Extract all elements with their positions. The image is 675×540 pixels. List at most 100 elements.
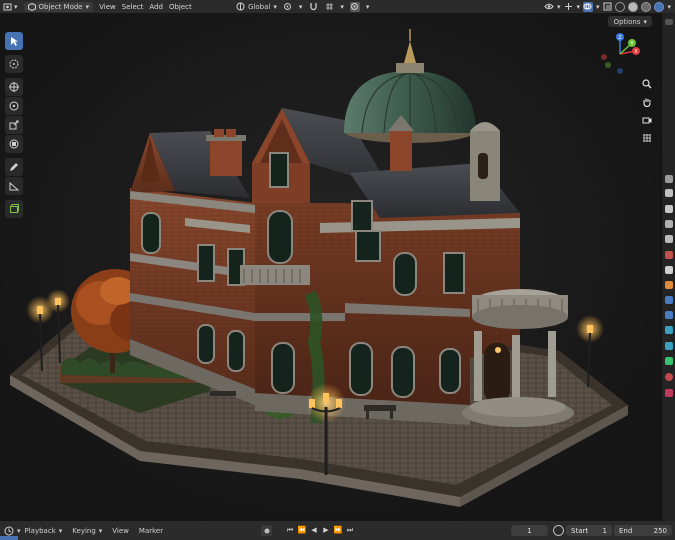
jump-end-icon: ⏭ (346, 525, 354, 534)
measure-tool[interactable] (5, 177, 23, 195)
3d-cursor-icon (9, 59, 19, 69)
chevron-down-icon: ▾ (14, 2, 18, 11)
status-accent (0, 536, 18, 540)
3d-viewport-icon (3, 3, 12, 11)
timeline-header: ▾ Playback ▾ Keying ▾ View Marker ⏮ ⏪ ◀ … (0, 521, 675, 540)
auto-keying-button[interactable] (261, 525, 272, 536)
scene-properties-icon[interactable] (665, 235, 673, 243)
options-label: Options (613, 17, 641, 26)
playback-controls: ⏮ ⏪ ◀ ▶ ⏩ ⏭ (285, 525, 355, 535)
3d-viewport[interactable]: Options ▾ Z Y X (0, 13, 661, 521)
material-preview-button[interactable] (641, 1, 652, 12)
render-properties-icon[interactable] (665, 189, 673, 197)
overlays-icon (583, 3, 592, 10)
rendered-scene (0, 13, 661, 521)
play-button[interactable]: ▶ (321, 525, 331, 535)
transform-controls: Global ▾ ▾ ▾ ▾ (236, 0, 369, 13)
scale-tool[interactable] (5, 116, 23, 134)
snap-target-button[interactable] (324, 2, 334, 12)
jump-keyframe-back-button[interactable]: ⏪ (297, 525, 307, 535)
rotate-tool[interactable] (5, 97, 23, 115)
chevron-down-icon: ▾ (85, 2, 90, 11)
chevron-down-icon: ▾ (98, 526, 103, 535)
properties-tab-strip (661, 13, 675, 521)
keyframe-forward-icon: ⏩ (333, 526, 343, 534)
mode-dropdown[interactable]: Object Mode ▾ (23, 1, 94, 12)
object-properties-icon[interactable] (665, 281, 673, 289)
jump-start-button[interactable]: ⏮ (285, 525, 295, 535)
magnet-icon (310, 3, 317, 11)
end-frame-field[interactable]: End 250 (614, 525, 672, 536)
scroll-handle[interactable] (665, 19, 673, 25)
particles-properties-icon[interactable] (665, 311, 673, 319)
use-preview-range-icon[interactable] (553, 525, 564, 536)
start-frame-field[interactable]: Start 1 (566, 525, 612, 536)
gizmo-toggle-button[interactable] (563, 2, 573, 12)
menu-add[interactable]: Add (149, 3, 163, 11)
camera-view-button[interactable] (640, 113, 654, 127)
current-frame-value: 1 (527, 526, 532, 535)
solid-shading-button[interactable] (628, 1, 639, 12)
world-properties-icon[interactable] (665, 251, 673, 259)
current-frame-field[interactable]: 1 (511, 525, 548, 536)
ruler-icon (9, 181, 20, 191)
pencil-icon (10, 163, 18, 171)
timeline-marker-menu[interactable]: Marker (139, 527, 163, 535)
playback-menu[interactable]: Playback ▾ (25, 527, 63, 535)
keyframe-back-icon: ⏪ (297, 526, 307, 534)
annotate-tool[interactable] (5, 158, 23, 176)
material-properties-icon[interactable] (665, 373, 673, 381)
hand-icon (643, 98, 651, 107)
menu-object[interactable]: Object (169, 3, 192, 11)
navigation-buttons (640, 77, 654, 145)
menu-view[interactable]: View (99, 3, 116, 11)
chevron-down-icon: ▾ (340, 2, 344, 11)
perspective-toggle-button[interactable] (640, 131, 654, 145)
texture-properties-icon[interactable] (665, 389, 673, 397)
constraints-properties-icon[interactable] (665, 342, 673, 350)
cursor-select-icon (11, 37, 18, 46)
wireframe-shading-button[interactable] (615, 1, 626, 12)
rendered-shading-button[interactable] (654, 1, 665, 12)
proportional-editing-button[interactable] (349, 1, 360, 12)
xray-icon (603, 2, 612, 11)
collection-properties-icon[interactable] (665, 266, 673, 274)
keying-menu[interactable]: Keying ▾ (72, 527, 102, 535)
editor-type-button[interactable]: ▾ (3, 2, 18, 11)
cursor-tool[interactable] (5, 55, 23, 73)
view-layer-properties-icon[interactable] (665, 220, 673, 228)
jump-start-icon: ⏮ (286, 525, 294, 534)
xray-toggle-button[interactable] (602, 2, 612, 12)
modifier-properties-icon[interactable] (665, 296, 673, 304)
chevron-down-icon: ▾ (576, 2, 580, 11)
orientation-label: Global (248, 2, 271, 11)
tool-shelf (4, 32, 24, 218)
navigation-gizmo[interactable]: Z Y X (597, 31, 643, 77)
pan-button[interactable] (640, 95, 654, 109)
pivot-point-button[interactable] (283, 2, 293, 12)
tool-properties-icon[interactable] (665, 175, 673, 183)
visibility-button[interactable] (544, 2, 554, 12)
data-properties-icon[interactable] (665, 357, 673, 365)
camera-icon (642, 117, 652, 124)
clock-icon (4, 526, 14, 535)
transform-tool[interactable] (5, 135, 23, 153)
play-reverse-button[interactable]: ◀ (309, 525, 319, 535)
menu-select[interactable]: Select (122, 3, 144, 11)
chevron-down-icon: ▾ (643, 17, 647, 26)
zoom-button[interactable] (640, 77, 654, 91)
timeline-editor-type-button[interactable]: ▾ (4, 526, 21, 536)
output-properties-icon[interactable] (665, 205, 673, 213)
snap-toggle-button[interactable] (308, 2, 318, 12)
overlays-toggle-button[interactable] (582, 1, 593, 12)
physics-properties-icon[interactable] (665, 326, 673, 334)
transform-orientation-dropdown[interactable]: Global ▾ (236, 2, 277, 11)
jump-end-button[interactable]: ⏭ (345, 525, 355, 535)
jump-keyframe-forward-button[interactable]: ⏩ (333, 525, 343, 535)
start-label: Start (571, 526, 589, 535)
options-dropdown[interactable]: Options ▾ (608, 16, 652, 27)
add-cube-tool[interactable] (5, 200, 23, 218)
move-tool[interactable] (5, 78, 23, 96)
select-box-tool[interactable] (5, 32, 23, 50)
timeline-view-menu[interactable]: View (112, 527, 129, 535)
